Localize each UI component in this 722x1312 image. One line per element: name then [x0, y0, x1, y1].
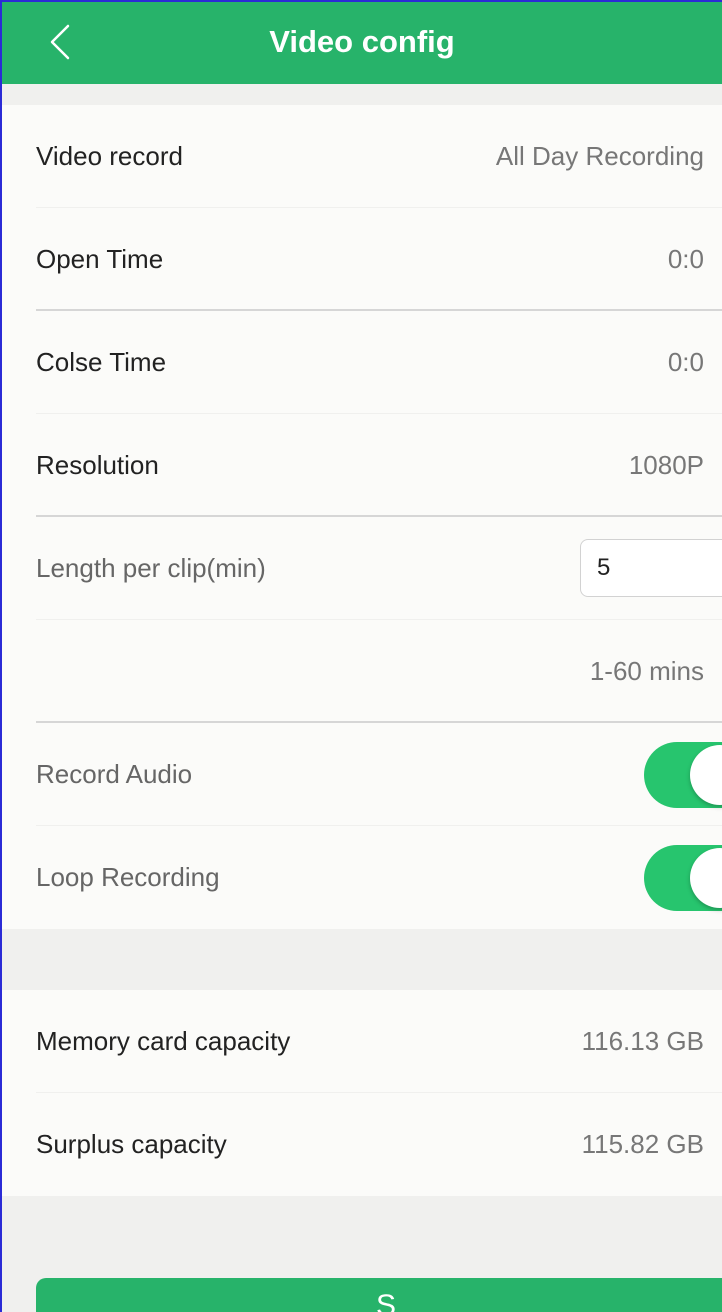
close-time-value: 0:0	[667, 347, 704, 377]
close-time-label: Colse Time	[36, 347, 167, 377]
toggle-knob	[690, 745, 722, 805]
surplus-capacity-row: Surplus capacity 115.82 GB	[2, 1093, 722, 1196]
clip-length-hint: 1-60 mins	[589, 656, 704, 686]
video-record-value: All Day Recording	[495, 141, 704, 171]
open-time-label: Open Time	[36, 244, 164, 274]
record-audio-label: Record Audio	[36, 759, 193, 789]
resolution-row[interactable]: Resolution 1080P	[2, 414, 722, 517]
resolution-value: 1080P	[628, 450, 704, 480]
nav-bar: Video config	[2, 2, 722, 84]
memory-card-value: 116.13 GB	[581, 1026, 704, 1056]
storage-section: Memory card capacity 116.13 GB Surplus c…	[2, 990, 722, 1196]
resolution-label: Resolution	[36, 450, 159, 480]
page-title: Video config	[269, 24, 455, 59]
memory-card-label: Memory card capacity	[36, 1026, 291, 1056]
loop-recording-row: Loop Recording	[2, 826, 722, 929]
save-button[interactable]: S	[36, 1278, 722, 1312]
video-record-label: Video record	[36, 141, 183, 171]
recording-settings-section: Video record All Day Recording Open Time…	[2, 105, 722, 929]
clip-length-row: Length per clip(min)	[2, 517, 722, 620]
clip-length-label: Length per clip(min)	[36, 553, 266, 583]
clip-length-hint-row: 1-60 mins	[2, 620, 722, 723]
toggle-knob	[690, 848, 722, 908]
close-time-row[interactable]: Colse Time 0:0	[2, 311, 722, 414]
video-record-row[interactable]: Video record All Day Recording	[2, 105, 722, 208]
app-screen: Video config Video record All Day Record…	[0, 0, 722, 1312]
record-audio-toggle[interactable]	[644, 742, 722, 808]
clip-length-input[interactable]	[580, 539, 722, 597]
open-time-row[interactable]: Open Time 0:0	[2, 208, 722, 311]
loop-recording-label: Loop Recording	[36, 862, 220, 892]
loop-recording-toggle[interactable]	[644, 845, 722, 911]
memory-card-row: Memory card capacity 116.13 GB	[2, 990, 722, 1093]
surplus-capacity-value: 115.82 GB	[581, 1129, 704, 1159]
record-audio-row: Record Audio	[2, 723, 722, 826]
surplus-capacity-label: Surplus capacity	[36, 1129, 227, 1159]
open-time-value: 0:0	[667, 244, 704, 274]
